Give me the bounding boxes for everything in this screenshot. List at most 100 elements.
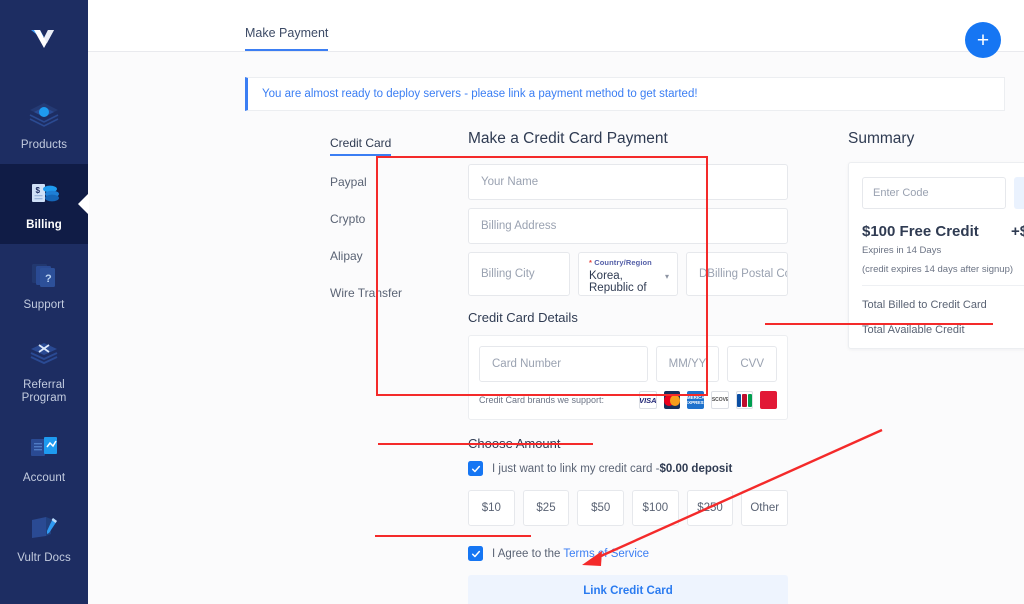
sidebar-item-label: Support bbox=[23, 299, 65, 311]
amount-option-100[interactable]: $100 bbox=[632, 490, 679, 526]
promo-code-row: Enter Code Apply bbox=[862, 177, 1024, 209]
credit-amount: +$100.00 bbox=[1011, 223, 1024, 240]
info-banner: You are almost ready to deploy servers -… bbox=[245, 77, 1005, 111]
payment-form: Make a Credit Card Payment Your Name Bil… bbox=[468, 130, 789, 604]
layers-icon bbox=[24, 94, 64, 134]
sidebar: Products $ Billing ? Support Referral Pr… bbox=[0, 0, 89, 604]
sidebar-item-label: Referral Program bbox=[21, 379, 67, 404]
link-only-row: I just want to link my credit card -$0.0… bbox=[468, 461, 788, 476]
summary-card: Enter Code Apply $100 Free Credit +$100.… bbox=[848, 162, 1024, 349]
promo-code-input[interactable]: Enter Code bbox=[862, 177, 1006, 209]
card-cvv-input[interactable]: CVV bbox=[727, 346, 777, 382]
amount-option-10[interactable]: $10 bbox=[468, 490, 515, 526]
required-star: * bbox=[589, 258, 593, 267]
chevron-down-icon: ▾ bbox=[664, 272, 669, 281]
card-fields-row: Card Number MM/YY CVV bbox=[479, 346, 777, 382]
docs-pen-icon bbox=[24, 507, 64, 547]
svg-text:?: ? bbox=[45, 273, 52, 285]
terms-of-service-link[interactable]: Terms of Service bbox=[563, 548, 649, 560]
link-only-checkbox[interactable] bbox=[468, 461, 483, 476]
credit-name: $100 Free Credit bbox=[862, 223, 979, 240]
billing-money-icon: $ bbox=[24, 174, 64, 214]
country-region-select[interactable]: * Country/Region Korea, Republic of ▾ bbox=[578, 252, 678, 296]
link-only-text: I just want to link my credit card - bbox=[492, 462, 660, 475]
amex-logo: AMERICAN EXPRESS bbox=[687, 391, 705, 409]
divider bbox=[862, 285, 1024, 286]
topbar: Make Payment bbox=[88, 0, 1024, 52]
sidebar-item-label: Products bbox=[20, 139, 68, 151]
sidebar-item-vultr-docs[interactable]: Vultr Docs bbox=[0, 497, 88, 577]
credit-row: $100 Free Credit +$100.00 bbox=[862, 223, 1024, 240]
sidebar-item-billing[interactable]: $ Billing bbox=[0, 164, 89, 244]
billing-city-input[interactable]: Billing City bbox=[468, 252, 570, 296]
terms-text: I Agree to the bbox=[492, 547, 564, 560]
method-wire-transfer[interactable]: Wire Transfer bbox=[330, 286, 402, 304]
sidebar-item-referral-program[interactable]: Referral Program bbox=[0, 324, 88, 417]
link-only-amount: $0.00 deposit bbox=[659, 462, 733, 475]
total-available-row: Total Available Credit $100.00 bbox=[862, 324, 1024, 336]
credit-expires: Expires in 14 Days bbox=[862, 245, 942, 256]
country-value: Korea, Republic of bbox=[589, 270, 647, 294]
link-credit-card-button[interactable]: Link Credit Card bbox=[468, 575, 788, 604]
method-crypto[interactable]: Crypto bbox=[330, 212, 365, 230]
form-title: Make a Credit Card Payment bbox=[468, 130, 668, 147]
amount-option-250[interactable]: $250 bbox=[686, 490, 734, 526]
amount-option-25[interactable]: $25 bbox=[522, 490, 570, 526]
sidebar-item-products[interactable]: Products bbox=[0, 84, 88, 164]
summary-panel: Summary Enter Code Apply $100 Free Credi… bbox=[848, 130, 1024, 349]
sidebar-item-account[interactable]: Account bbox=[0, 417, 88, 497]
sidebar-item-label: Billing bbox=[26, 219, 62, 231]
billing-address-input[interactable]: Billing Address bbox=[468, 208, 788, 244]
jcb-logo bbox=[735, 391, 754, 409]
address-row: Billing City * Country/Region Korea, Rep… bbox=[468, 252, 788, 296]
plus-icon: + bbox=[976, 28, 990, 52]
method-credit-card[interactable]: Credit Card bbox=[330, 136, 392, 156]
credit-expire-note: (credit expires 14 days after signup) bbox=[862, 264, 1014, 275]
banner-text: You are almost ready to deploy servers -… bbox=[262, 88, 698, 100]
card-number-input[interactable]: Card Number bbox=[479, 346, 648, 382]
amount-option-50[interactable]: $50 bbox=[577, 490, 625, 526]
terms-checkbox[interactable] bbox=[468, 546, 483, 561]
card-brands: Credit Card brands we support: VISA AMER… bbox=[479, 391, 777, 409]
amount-option-other[interactable]: Other bbox=[741, 490, 789, 526]
total-billed-row: Total Billed to Credit Card +$0.00 bbox=[862, 299, 1024, 311]
vultr-logo[interactable] bbox=[16, 20, 72, 62]
content: Credit Card Paypal Crypto Alipay Wire Tr… bbox=[88, 120, 1024, 604]
billing-postal-code-input[interactable]: DBilling Postal Code bbox=[686, 252, 788, 296]
link-only-label: I just want to link my credit card -$0.0… bbox=[492, 463, 732, 475]
method-paypal[interactable]: Paypal bbox=[330, 175, 367, 193]
apply-button[interactable]: Apply bbox=[1014, 177, 1024, 209]
credit-card-details-title: Credit Card Details bbox=[468, 310, 578, 325]
active-indicator-notch bbox=[78, 193, 89, 215]
unionpay-logo bbox=[760, 391, 777, 409]
visa-logo: VISA bbox=[639, 391, 657, 409]
add-button[interactable]: + bbox=[965, 22, 1001, 58]
total-available-label: Total Available Credit bbox=[862, 324, 965, 336]
card-brands-caption: Credit Card brands we support: bbox=[479, 395, 605, 405]
method-alipay[interactable]: Alipay bbox=[330, 249, 363, 267]
choose-amount-title: Choose Amount bbox=[468, 436, 561, 451]
payment-method-list: Credit Card Paypal Crypto Alipay Wire Tr… bbox=[330, 134, 440, 321]
name-input[interactable]: Your Name bbox=[468, 164, 788, 200]
svg-text:$: $ bbox=[36, 186, 41, 195]
amount-options: $10 $25 $50 $100 $250 Other bbox=[468, 490, 789, 526]
support-question-icon: ? bbox=[24, 254, 64, 294]
terms-label: I Agree to the Terms of Service bbox=[492, 548, 649, 560]
credit-card-details-box: Card Number MM/YY CVV Credit Card brands… bbox=[468, 335, 788, 420]
country-label-text: Country/Region bbox=[594, 258, 652, 267]
sidebar-item-label: Vultr Docs bbox=[17, 552, 71, 564]
sidebar-item-label: Account bbox=[22, 472, 66, 484]
discover-logo: DISCOVER bbox=[711, 391, 729, 409]
main-area: Make Payment + You are almost ready to d… bbox=[88, 0, 1024, 604]
mastercard-logo bbox=[663, 391, 681, 409]
billing-payment-page: Products $ Billing ? Support Referral Pr… bbox=[0, 0, 1024, 604]
tab-make-payment[interactable]: Make Payment bbox=[245, 26, 329, 51]
sidebar-item-support[interactable]: ? Support bbox=[0, 244, 88, 324]
terms-row: I Agree to the Terms of Service bbox=[468, 546, 788, 561]
country-label: * Country/Region bbox=[589, 258, 667, 267]
summary-title: Summary bbox=[848, 130, 915, 147]
total-billed-label: Total Billed to Credit Card bbox=[862, 299, 987, 311]
account-folder-icon bbox=[24, 427, 64, 467]
referral-scissors-icon bbox=[24, 334, 64, 374]
card-expiry-input[interactable]: MM/YY bbox=[655, 346, 720, 382]
